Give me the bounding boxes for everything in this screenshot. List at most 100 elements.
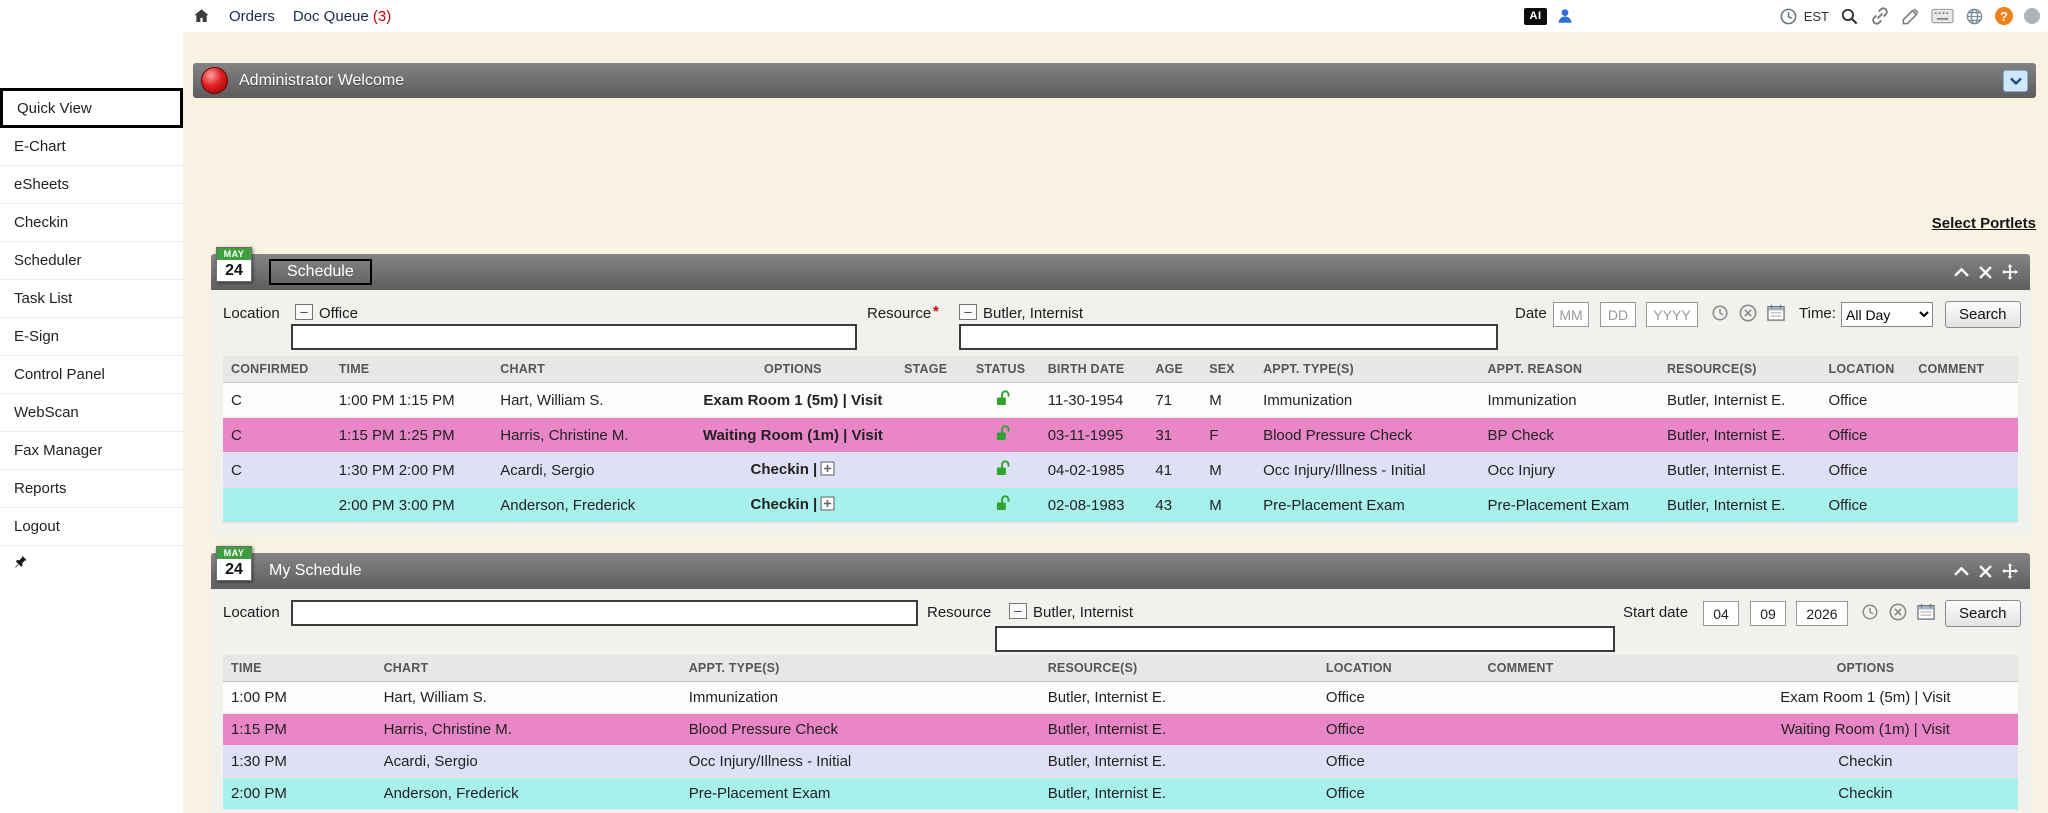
appointment-row[interactable]: C 1:15 PM 1:25 PM Harris, Christine M. W… <box>223 418 2018 453</box>
col-birth-date: BIRTH DATE <box>1040 356 1148 383</box>
sidebar-item-fax-manager[interactable]: Fax Manager <box>0 432 183 470</box>
col-chart: CHART <box>492 356 689 383</box>
resource-collapse-toggle[interactable]: – <box>959 304 977 320</box>
nav-doc-queue[interactable]: Doc Queue (3) <box>293 8 391 25</box>
cell-options-link[interactable]: Waiting Room (1m) | Visit <box>1781 721 1950 738</box>
cell-chart[interactable]: Acardi, Sergio <box>492 453 689 488</box>
cell-chart[interactable]: Acardi, Sergio <box>376 746 681 778</box>
sidebar-item-reports[interactable]: Reports <box>0 470 183 508</box>
cell-chart[interactable]: Hart, William S. <box>376 682 681 714</box>
pencil-icon[interactable] <box>1901 7 1920 26</box>
appointment-row[interactable]: 1:15 PM Harris, Christine M. Blood Press… <box>223 714 2018 746</box>
start-dd-input[interactable] <box>1750 601 1786 626</box>
date-mm-input[interactable] <box>1553 302 1589 327</box>
appointment-row[interactable]: 2:00 PM Anderson, Frederick Pre-Placemen… <box>223 778 2018 810</box>
time-picker-icon[interactable] <box>1861 603 1879 621</box>
cell-options-link[interactable]: Waiting Room (1m) | Visit <box>703 427 883 444</box>
expand-plus-icon[interactable] <box>820 463 835 480</box>
sidebar-item-logout[interactable]: Logout <box>0 508 183 546</box>
cell-options-link[interactable]: Exam Room 1 (5m) | Visit <box>703 392 882 409</box>
user-icon[interactable] <box>1556 7 1574 25</box>
cell-chart[interactable]: Hart, William S. <box>492 383 689 418</box>
schedule-portlet-title: Schedule <box>269 259 372 285</box>
calendar-picker-icon[interactable] <box>1767 304 1785 321</box>
help-icon[interactable]: ? <box>1995 7 2013 25</box>
my-schedule-portlet-title: My Schedule <box>269 562 362 580</box>
logo-space <box>0 32 183 88</box>
status-circle-icon <box>2024 8 2040 24</box>
cell-options-link[interactable]: Checkin | <box>751 496 818 513</box>
location-input[interactable] <box>291 324 857 350</box>
sidebar-item-webscan[interactable]: WebScan <box>0 394 183 432</box>
sidebar-item-label: Logout <box>14 518 60 535</box>
topbar: Orders Doc Queue (3) AI EST <box>0 0 2048 32</box>
cell-chart[interactable]: Anderson, Frederick <box>376 778 681 810</box>
col-comment: COMMENT <box>1910 356 2018 383</box>
schedule-search-button[interactable]: Search <box>1945 301 2021 328</box>
cell-options-link[interactable]: Checkin <box>1838 753 1892 770</box>
schedule-table: CONFIRMED TIME CHART OPTIONS STAGE STATU… <box>223 356 2018 523</box>
cell-options-link[interactable]: Checkin | <box>751 461 818 478</box>
collapse-icon[interactable] <box>1954 267 1969 277</box>
sidebar-item-e-sign[interactable]: E-Sign <box>0 318 183 356</box>
sidebar-item-quick-view[interactable]: Quick View <box>0 88 183 128</box>
sidebar-pin-button[interactable] <box>0 546 183 584</box>
select-portlets-link[interactable]: Select Portlets <box>1932 215 2036 232</box>
appointment-row[interactable]: 1:00 PM Hart, William S. Immunization Bu… <box>223 682 2018 714</box>
cell-confirmed: C <box>223 453 331 488</box>
cell-resources: Butler, Internist E. <box>1659 488 1821 523</box>
start-mm-input[interactable] <box>1703 601 1739 626</box>
unlock-icon[interactable] <box>995 428 1012 445</box>
location-input[interactable] <box>291 600 918 626</box>
globe-icon[interactable] <box>1965 7 1984 26</box>
unlock-icon[interactable] <box>995 393 1012 410</box>
calendar-picker-icon[interactable] <box>1917 603 1935 620</box>
expand-plus-icon[interactable] <box>820 498 835 515</box>
appointment-row[interactable]: C 1:30 PM 2:00 PM Acardi, Sergio Checkin… <box>223 453 2018 488</box>
cell-location: Office <box>1318 682 1480 714</box>
link-icon[interactable] <box>1870 6 1890 26</box>
collapse-icon[interactable] <box>1954 566 1969 576</box>
appointment-row[interactable]: 1:30 PM Acardi, Sergio Occ Injury/Illnes… <box>223 746 2018 778</box>
cell-chart[interactable]: Harris, Christine M. <box>492 418 689 453</box>
keyboard-icon[interactable] <box>1931 8 1954 24</box>
appointment-row[interactable]: 2:00 PM 3:00 PM Anderson, Frederick Chec… <box>223 488 2018 523</box>
sidebar-item-task-list[interactable]: Task List <box>0 280 183 318</box>
cell-chart[interactable]: Anderson, Frederick <box>492 488 689 523</box>
sidebar-item-control-panel[interactable]: Control Panel <box>0 356 183 394</box>
home-icon[interactable] <box>192 7 211 25</box>
sidebar-item-esheets[interactable]: eSheets <box>0 166 183 204</box>
ai-badge[interactable]: AI <box>1524 8 1547 25</box>
time-select[interactable]: All Day <box>1841 302 1933 327</box>
date-dd-input[interactable] <box>1600 302 1636 327</box>
cell-options-link[interactable]: Exam Room 1 (5m) | Visit <box>1780 689 1950 706</box>
unlock-icon[interactable] <box>995 463 1012 480</box>
sidebar-item-scheduler[interactable]: Scheduler <box>0 242 183 280</box>
location-collapse-toggle[interactable]: – <box>295 304 313 320</box>
clear-date-icon[interactable] <box>1739 304 1757 322</box>
cell-chart[interactable]: Harris, Christine M. <box>376 714 681 746</box>
date-yyyy-input[interactable] <box>1646 302 1698 327</box>
move-icon[interactable] <box>2002 264 2018 280</box>
time-picker-icon[interactable] <box>1711 304 1729 322</box>
nav-orders[interactable]: Orders <box>229 8 275 25</box>
cell-time: 1:00 PM 1:15 PM <box>331 383 493 418</box>
unlock-icon[interactable] <box>995 498 1012 515</box>
sidebar-item-checkin[interactable]: Checkin <box>0 204 183 242</box>
start-yyyy-input[interactable] <box>1796 601 1848 626</box>
sidebar-item-e-chart[interactable]: E-Chart <box>0 128 183 166</box>
my-schedule-search-button[interactable]: Search <box>1945 600 2021 627</box>
close-icon[interactable] <box>1979 565 1992 578</box>
clear-date-icon[interactable] <box>1889 603 1907 621</box>
cell-options-link[interactable]: Checkin <box>1838 785 1892 802</box>
resource-input[interactable] <box>959 324 1498 350</box>
resource-input[interactable] <box>995 626 1615 652</box>
search-icon[interactable] <box>1840 7 1859 26</box>
cell-comment <box>1910 383 2018 418</box>
resource-collapse-toggle[interactable]: – <box>1009 603 1027 619</box>
welcome-collapse-button[interactable] <box>2003 70 2028 92</box>
move-icon[interactable] <box>2002 563 2018 579</box>
close-icon[interactable] <box>1979 266 1992 279</box>
appointment-row[interactable]: C 1:00 PM 1:15 PM Hart, William S. Exam … <box>223 383 2018 418</box>
clock-icon[interactable] <box>1779 7 1798 26</box>
